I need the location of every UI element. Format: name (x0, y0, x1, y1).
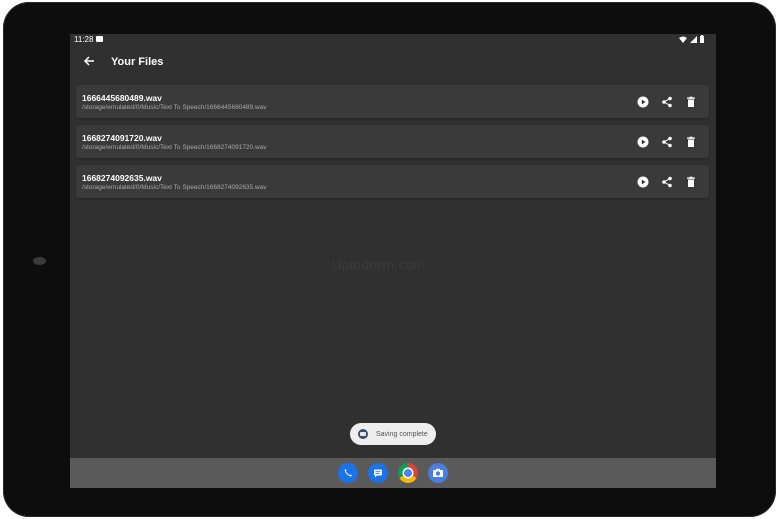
app-bar: Your Files (70, 46, 716, 78)
file-card[interactable]: 1666445680489.wav /storage/emulated/0/Mu… (76, 85, 709, 118)
file-name: 1668274092635.wav (82, 173, 162, 183)
file-card[interactable]: 1668274092635.wav /storage/emulated/0/Mu… (76, 165, 709, 198)
file-actions (637, 95, 697, 108)
notification-message-icon (96, 36, 103, 42)
watermark: Uptodown.com (332, 257, 425, 272)
delete-icon[interactable] (685, 175, 697, 187)
play-icon[interactable] (637, 135, 649, 148)
dock (70, 458, 716, 488)
file-name: 1666445680489.wav (82, 93, 162, 103)
share-icon[interactable] (661, 95, 673, 108)
toast-app-icon (358, 429, 368, 439)
chrome-icon[interactable] (398, 463, 418, 483)
camera-icon[interactable] (428, 463, 448, 483)
file-path: /storage/emulated/0/Music/Text To Speech… (82, 184, 267, 191)
file-path: /storage/emulated/0/Music/Text To Speech… (82, 144, 267, 151)
file-name: 1668274091720.wav (82, 133, 162, 143)
share-icon[interactable] (661, 135, 673, 148)
file-actions (637, 135, 697, 148)
status-bar: 11:28 (70, 34, 716, 46)
signal-icon (690, 35, 697, 43)
file-actions (637, 175, 697, 188)
delete-icon[interactable] (685, 135, 697, 147)
back-arrow-icon[interactable] (81, 53, 97, 69)
dock-apps (338, 463, 448, 483)
toast-text: Saving complete (376, 430, 428, 438)
status-icons (679, 35, 704, 43)
play-icon[interactable] (637, 175, 649, 188)
status-time: 11:28 (74, 35, 94, 44)
page-title: Your Files (111, 56, 164, 68)
front-camera (33, 257, 46, 265)
wifi-icon (679, 36, 687, 43)
play-icon[interactable] (637, 95, 649, 108)
battery-icon (700, 35, 704, 43)
file-card[interactable]: 1668274091720.wav /storage/emulated/0/Mu… (76, 125, 709, 158)
share-icon[interactable] (661, 175, 673, 188)
phone-icon[interactable] (338, 463, 358, 483)
file-path: /storage/emulated/0/Music/Text To Speech… (82, 104, 267, 111)
tablet-bezel: 11:28 Your Files 1666445680489.wav /stor… (3, 2, 776, 517)
device-screen: 11:28 Your Files 1666445680489.wav /stor… (70, 34, 716, 488)
delete-icon[interactable] (685, 95, 697, 107)
toast: Saving complete (350, 423, 436, 445)
messages-icon[interactable] (368, 463, 388, 483)
file-list: 1666445680489.wav /storage/emulated/0/Mu… (76, 85, 709, 205)
